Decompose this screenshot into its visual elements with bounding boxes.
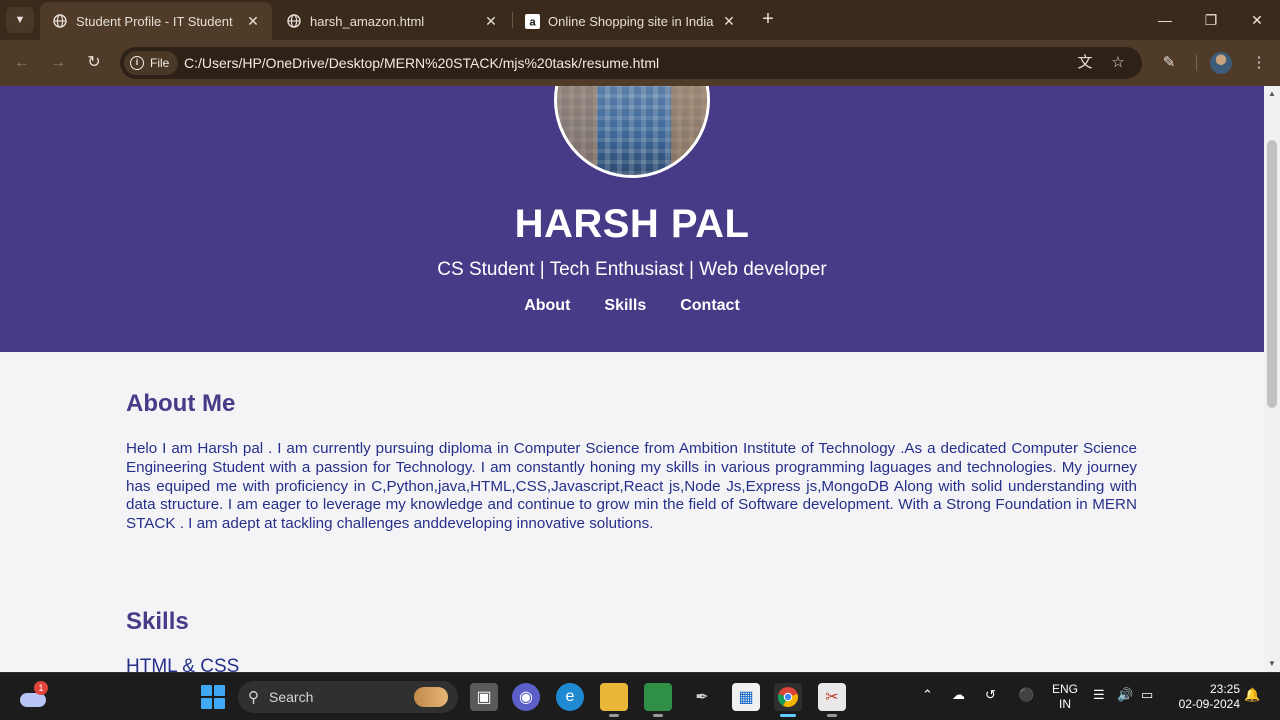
close-tab-icon[interactable]: ✕: [720, 13, 738, 30]
sync-icon[interactable]: ↺: [985, 687, 996, 703]
restore-button[interactable]: ❐: [1188, 6, 1234, 34]
clock-time: 23:25: [1209, 682, 1240, 696]
language-code: ENG: [1051, 682, 1078, 696]
back-button[interactable]: ←: [9, 50, 35, 76]
browser-tab-bar: ▼ Student Profile - IT Student ✕ harsh_a…: [0, 0, 1280, 40]
url-scheme-label: File: [150, 56, 170, 70]
notification-badge: 1: [34, 681, 48, 695]
profile-avatar[interactable]: [1210, 52, 1232, 74]
tab-search-button[interactable]: ▼: [6, 7, 34, 33]
tab-title: Student Profile - IT Student: [76, 13, 233, 29]
spreadsheet-app-icon[interactable]: [644, 683, 672, 717]
skills-heading: Skills: [126, 608, 189, 635]
photo-background-right: [671, 86, 707, 175]
weather-widget[interactable]: 1: [18, 681, 48, 711]
input-language-indicator[interactable]: ENG IN: [1050, 682, 1080, 712]
task-view-icon[interactable]: ▣: [470, 683, 498, 711]
scroll-down-arrow-icon[interactable]: ▼: [1268, 660, 1276, 668]
photo-background-left: [557, 86, 597, 175]
close-window-button[interactable]: ✕: [1234, 6, 1280, 34]
volume-icon[interactable]: 🔊: [1117, 687, 1133, 703]
url-text[interactable]: C:/Users/HP/OneDrive/Desktop/MERN%20STAC…: [184, 55, 659, 71]
page-viewport: HARSH PAL CS Student | Tech Enthusiast |…: [0, 86, 1264, 672]
taskbar-search[interactable]: ⚲ Search: [238, 681, 458, 713]
windows-logo-pane: [214, 698, 225, 709]
clock-date: 02-09-2024: [1178, 697, 1240, 711]
system-clock[interactable]: 23:25 02-09-2024: [1168, 682, 1240, 712]
address-bar[interactable]: i File C:/Users/HP/OneDrive/Desktop/MERN…: [120, 47, 1142, 79]
snipping-tool-icon[interactable]: ✂: [818, 683, 846, 717]
nav-link-skills[interactable]: Skills: [604, 297, 646, 315]
profile-name: HARSH PAL: [514, 202, 750, 246]
extensions-icon[interactable]: ✎: [1157, 52, 1181, 74]
close-tab-icon[interactable]: ✕: [482, 13, 500, 30]
page-nav: About Skills Contact: [0, 297, 1264, 315]
profile-photo: [554, 86, 710, 178]
file-explorer-icon[interactable]: [600, 683, 628, 717]
page-scrollbar[interactable]: ▲ ▼: [1264, 86, 1280, 672]
reload-button[interactable]: ↻: [81, 50, 107, 76]
chevron-down-icon: ▼: [14, 14, 26, 26]
windows-taskbar: 1 ⚲ Search ▣ ◉ e ✒ ▦ ✂ ⌃ ☁ ↺ ⚫ ENG IN ☰ …: [0, 672, 1280, 720]
chrome-icon[interactable]: [774, 683, 802, 717]
globe-icon: [52, 13, 68, 29]
tab-title: harsh_amazon.html: [310, 13, 425, 29]
microphone-icon[interactable]: ⚫: [1018, 687, 1034, 703]
edge-icon[interactable]: e: [556, 683, 584, 711]
battery-icon[interactable]: ▭: [1141, 687, 1153, 703]
about-heading: About Me: [126, 390, 236, 417]
profile-header: HARSH PAL CS Student | Tech Enthusiast |…: [0, 86, 1264, 352]
tab-student-profile[interactable]: Student Profile - IT Student ✕: [40, 2, 272, 40]
wifi-icon[interactable]: ☰: [1093, 687, 1105, 703]
scroll-up-arrow-icon[interactable]: ▲: [1268, 90, 1276, 98]
pen-tool-icon[interactable]: ✒: [688, 683, 716, 711]
running-indicator: [653, 714, 663, 717]
close-tab-icon[interactable]: ✕: [244, 13, 262, 30]
onedrive-cloud-icon[interactable]: ☁: [952, 687, 965, 703]
tab-amazon-shopping[interactable]: a Online Shopping site in India: S ✕: [512, 2, 748, 40]
notification-bell-icon[interactable]: 🔔: [1244, 687, 1260, 703]
windows-logo-pane: [201, 698, 212, 709]
info-icon: i: [130, 56, 144, 70]
more-menu-icon[interactable]: ⋮: [1247, 52, 1271, 74]
search-highlight-image: [414, 687, 448, 707]
svg-text:a: a: [529, 16, 536, 28]
running-indicator: [827, 714, 837, 717]
profile-tagline: CS Student | Tech Enthusiast | Web devel…: [437, 259, 827, 280]
windows-logo-pane: [214, 685, 225, 696]
chevron-up-icon[interactable]: ⌃: [922, 687, 933, 703]
skill-item-html-css: HTML & CSS: [126, 656, 240, 672]
forward-button[interactable]: →: [45, 50, 71, 76]
browser-toolbar: ← → ↻ i File C:/Users/HP/OneDrive/Deskto…: [0, 40, 1280, 86]
new-tab-button[interactable]: +: [757, 8, 779, 30]
translate-icon[interactable]: 文: [1074, 53, 1096, 73]
start-button[interactable]: [201, 685, 225, 709]
minimize-button[interactable]: —: [1142, 6, 1188, 34]
tab-harsh-amazon[interactable]: harsh_amazon.html ✕: [274, 2, 510, 40]
taskbar-search-label: Search: [269, 689, 314, 705]
scrollbar-thumb[interactable]: [1267, 140, 1277, 408]
globe-icon: [286, 13, 302, 29]
running-indicator: [609, 714, 619, 717]
windows-logo-pane: [201, 685, 212, 696]
region-code: IN: [1059, 697, 1071, 711]
site-info-chip[interactable]: i File: [124, 51, 179, 75]
microsoft-store-icon[interactable]: ▦: [732, 683, 760, 711]
nav-link-about[interactable]: About: [524, 297, 570, 315]
nav-link-contact[interactable]: Contact: [680, 297, 740, 315]
search-icon: ⚲: [248, 689, 259, 706]
teams-chat-icon[interactable]: ◉: [512, 683, 540, 711]
cloud-icon: [20, 693, 46, 707]
about-paragraph: Helo I am Harsh pal . I am currently pur…: [126, 440, 1137, 533]
bookmark-star-icon[interactable]: ☆: [1107, 53, 1129, 73]
toolbar-divider: [1196, 55, 1197, 71]
active-indicator: [780, 714, 796, 717]
tab-title: Online Shopping site in India: S: [548, 13, 714, 29]
amazon-icon: a: [524, 13, 540, 29]
